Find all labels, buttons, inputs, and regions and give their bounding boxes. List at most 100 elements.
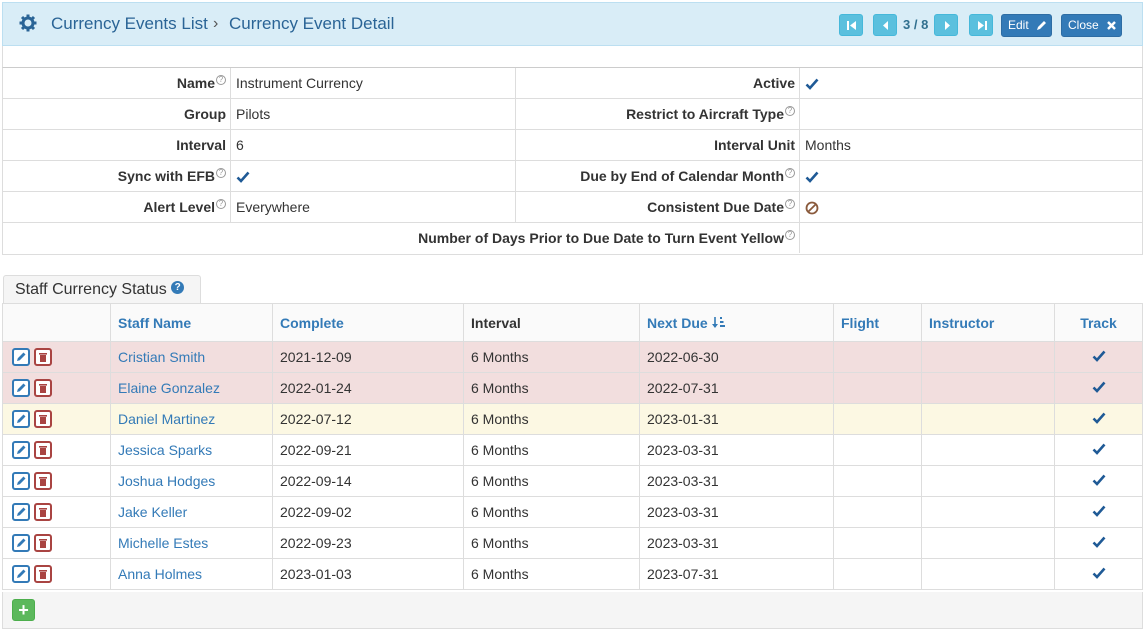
table-row: Joshua Hodges 2022-09-14 6 Months 2023-03-3… [2,465,1143,497]
staff-name-link[interactable]: Cristian Smith [110,341,273,373]
interval-header: Interval [463,303,640,342]
header-spacer [2,46,1143,67]
interval-cell: 6 Months [463,496,640,528]
name-value: Instrument Currency [230,68,515,98]
help-icon[interactable]: ? [216,168,226,178]
edit-row-button[interactable] [12,534,30,553]
staff-name-link[interactable]: Jessica Sparks [110,434,273,466]
table-header-row: Staff Name Complete Interval Next Due Fl… [2,303,1143,342]
edit-row-button[interactable] [12,441,30,460]
close-button[interactable]: Close [1061,14,1122,37]
delete-row-button[interactable] [34,348,52,367]
caret-right-icon [945,21,950,30]
track-header[interactable]: Track [1054,303,1143,342]
tab-staff-currency-status[interactable]: Staff Currency Status ? [3,275,201,303]
staff-name-link[interactable]: Elaine Gonzalez [110,372,273,404]
instructor-header[interactable]: Instructor [921,303,1055,342]
gear-icon[interactable] [19,14,37,32]
table-footer: + [2,592,1143,629]
interval-cell: 6 Months [463,527,640,559]
question-icon[interactable]: ? [171,281,185,294]
days-prior-value [799,223,1142,253]
complete-cell: 2023-01-03 [272,558,464,590]
flight-cell [833,341,922,373]
staff-name-link[interactable]: Jake Keller [110,496,273,528]
edit-row-button[interactable] [12,565,30,584]
help-icon[interactable]: ? [216,75,226,85]
help-icon[interactable]: ? [785,199,795,209]
row-actions [2,465,111,497]
interval-label: Interval [176,137,226,153]
help-icon[interactable]: ? [216,199,226,209]
next-due-header[interactable]: Next Due [639,303,834,342]
tab-label: Staff Currency Status [15,281,167,298]
edit-row-button[interactable] [12,410,30,429]
next-due-cell: 2023-03-31 [639,434,834,466]
pencil-icon [17,414,26,424]
instructor-cell [921,341,1055,373]
staff-name-header[interactable]: Staff Name [110,303,273,342]
edit-row-button[interactable] [12,472,30,491]
instructor-cell [921,465,1055,497]
check-icon [805,171,819,184]
flight-cell [833,527,922,559]
pencil-icon [17,383,26,393]
first-record-button[interactable] [839,14,863,36]
next-due-cell: 2023-01-31 [639,403,834,435]
table-row: Elaine Gonzalez 2022-01-24 6 Months 2022-07… [2,372,1143,404]
check-icon [1092,567,1105,579]
next-record-button[interactable] [934,14,958,36]
table-row: Daniel Martinez 2022-07-12 6 Months 2023-01… [2,403,1143,435]
delete-row-button[interactable] [34,472,52,491]
restrict-aircraft-value [799,99,1142,129]
check-icon [1092,474,1105,486]
edit-row-button[interactable] [12,503,30,522]
track-cell [1054,496,1143,528]
flight-header[interactable]: Flight [833,303,922,342]
delete-row-button[interactable] [34,534,52,553]
delete-row-button[interactable] [34,410,52,429]
sort-ascending-icon [711,316,725,328]
check-icon [805,78,819,91]
edit-row-button[interactable] [12,379,30,398]
delete-row-button[interactable] [34,441,52,460]
edit-row-button[interactable] [12,348,30,367]
pencil-icon [17,476,26,486]
complete-cell: 2022-09-02 [272,496,464,528]
pencil-icon [17,538,26,548]
next-due-cell: 2023-03-31 [639,465,834,497]
complete-cell: 2022-09-21 [272,434,464,466]
help-icon[interactable]: ? [785,230,795,240]
active-value [799,68,1142,98]
pencil-icon [17,352,26,362]
detail-row: Interval 6 Interval Unit Months [3,130,1142,161]
previous-record-button[interactable] [873,14,897,36]
complete-cell: 2022-01-24 [272,372,464,404]
caret-left-icon [883,21,888,30]
delete-row-button[interactable] [34,565,52,584]
flight-cell [833,558,922,590]
flight-cell [833,372,922,404]
interval-unit-value: Months [799,130,1142,160]
complete-header[interactable]: Complete [272,303,464,342]
delete-row-button[interactable] [34,379,52,398]
help-icon[interactable]: ? [785,168,795,178]
track-cell [1054,465,1143,497]
last-record-button[interactable] [969,14,993,36]
check-icon [1092,350,1105,362]
staff-name-link[interactable]: Michelle Estes [110,527,273,559]
trash-icon [39,539,47,549]
next-due-cell: 2022-07-31 [639,372,834,404]
add-staff-button[interactable]: + [12,599,35,621]
staff-name-link[interactable]: Daniel Martinez [110,403,273,435]
delete-row-button[interactable] [34,503,52,522]
staff-name-link[interactable]: Joshua Hodges [110,465,273,497]
edit-button[interactable]: Edit [1001,14,1052,37]
flight-cell [833,403,922,435]
breadcrumb-parent-link[interactable]: Currency Events List [51,14,208,34]
due-end-month-label: Due by End of Calendar Month? [515,161,799,191]
staff-name-link[interactable]: Anna Holmes [110,558,273,590]
active-label: Active [515,68,799,98]
detail-row: Name? Instrument Currency Active [3,68,1142,99]
help-icon[interactable]: ? [785,106,795,116]
